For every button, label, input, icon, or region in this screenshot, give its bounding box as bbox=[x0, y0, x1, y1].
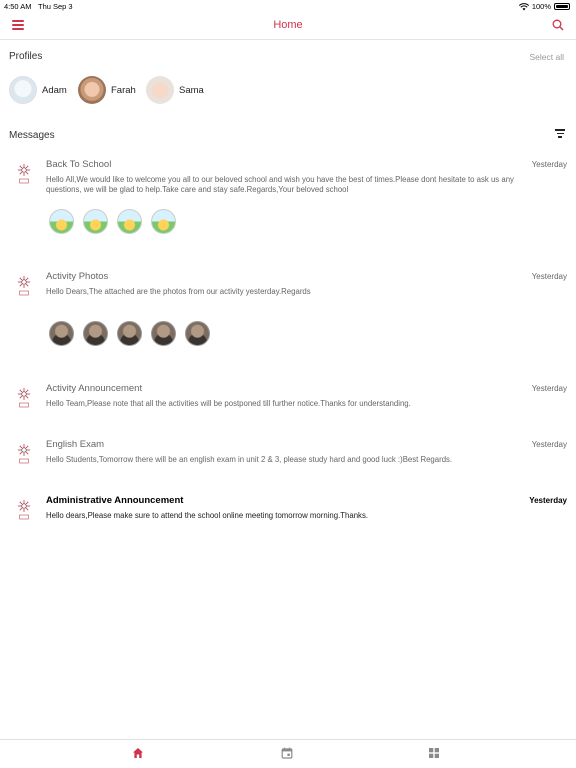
school-logo-icon bbox=[18, 164, 30, 184]
message-title: Activity Photos bbox=[46, 271, 109, 282]
message-date: Yesterday bbox=[531, 440, 567, 449]
message-body: Hello Students,Tomorrow there will be an… bbox=[46, 455, 453, 464]
message-body: Hello Dears,The attached are the photos … bbox=[46, 287, 311, 296]
page-title: Home bbox=[273, 19, 303, 31]
attachment-list bbox=[49, 321, 210, 346]
attachment-thumbnail[interactable] bbox=[151, 321, 176, 346]
calendar-icon[interactable] bbox=[281, 747, 293, 759]
message-date: Yesterday bbox=[529, 496, 567, 505]
status-time: 4:50 AM bbox=[4, 2, 32, 11]
school-logo-icon bbox=[18, 388, 30, 408]
profile-sama[interactable]: Sama bbox=[146, 76, 204, 104]
message-title: Administrative Announcement bbox=[46, 495, 184, 506]
message-body: Hello dears,Please make sure to attend t… bbox=[46, 511, 369, 520]
profile-adam[interactable]: Adam bbox=[9, 76, 67, 104]
message-body: Hello Team,Please note that all the acti… bbox=[46, 399, 411, 408]
school-logo-icon bbox=[18, 500, 30, 520]
avatar bbox=[146, 76, 174, 104]
message-date: Yesterday bbox=[531, 384, 567, 393]
profile-name: Farah bbox=[111, 84, 136, 96]
filter-icon[interactable] bbox=[555, 129, 565, 138]
profile-farah[interactable]: Farah bbox=[78, 76, 136, 104]
tab-bar bbox=[0, 739, 576, 768]
attachment-thumbnail[interactable] bbox=[151, 209, 176, 234]
message-date: Yesterday bbox=[531, 160, 567, 169]
attachment-thumbnail[interactable] bbox=[117, 321, 142, 346]
grid-icon[interactable] bbox=[428, 747, 440, 759]
message-title: Activity Announcement bbox=[46, 383, 143, 394]
school-logo-icon bbox=[18, 276, 30, 296]
message-body: Hello All,We would like to welcome you a… bbox=[46, 175, 514, 194]
attachment-thumbnail[interactable] bbox=[117, 209, 142, 234]
avatar bbox=[9, 76, 37, 104]
avatar bbox=[78, 76, 106, 104]
message-date: Yesterday bbox=[531, 272, 567, 281]
message-title: English Exam bbox=[46, 439, 105, 450]
message-title: Back To School bbox=[46, 159, 112, 170]
battery-percent: 100% bbox=[531, 2, 551, 11]
school-logo-icon bbox=[18, 444, 30, 464]
profile-name: Adam bbox=[42, 84, 67, 96]
nav-bar: Home bbox=[0, 12, 576, 40]
battery-icon bbox=[554, 3, 570, 10]
messages-heading: Messages bbox=[9, 130, 55, 141]
attachment-thumbnail[interactable] bbox=[83, 321, 108, 346]
select-all-button[interactable]: Select all bbox=[530, 52, 565, 62]
status-bar: 4:50 AM Thu Sep 3 100% bbox=[0, 0, 576, 12]
profile-name: Sama bbox=[179, 84, 204, 96]
status-indicators: 100% bbox=[518, 2, 570, 11]
attachment-thumbnail[interactable] bbox=[49, 321, 74, 346]
attachment-thumbnail[interactable] bbox=[49, 209, 74, 234]
attachment-thumbnail[interactable] bbox=[83, 209, 108, 234]
wifi-icon bbox=[518, 2, 529, 10]
attachment-thumbnail[interactable] bbox=[185, 321, 210, 346]
search-icon[interactable] bbox=[552, 19, 564, 31]
profiles-heading: Profiles bbox=[9, 51, 43, 62]
status-date: Thu Sep 3 bbox=[38, 2, 73, 11]
attachment-list bbox=[49, 209, 176, 234]
home-icon[interactable] bbox=[132, 747, 144, 759]
